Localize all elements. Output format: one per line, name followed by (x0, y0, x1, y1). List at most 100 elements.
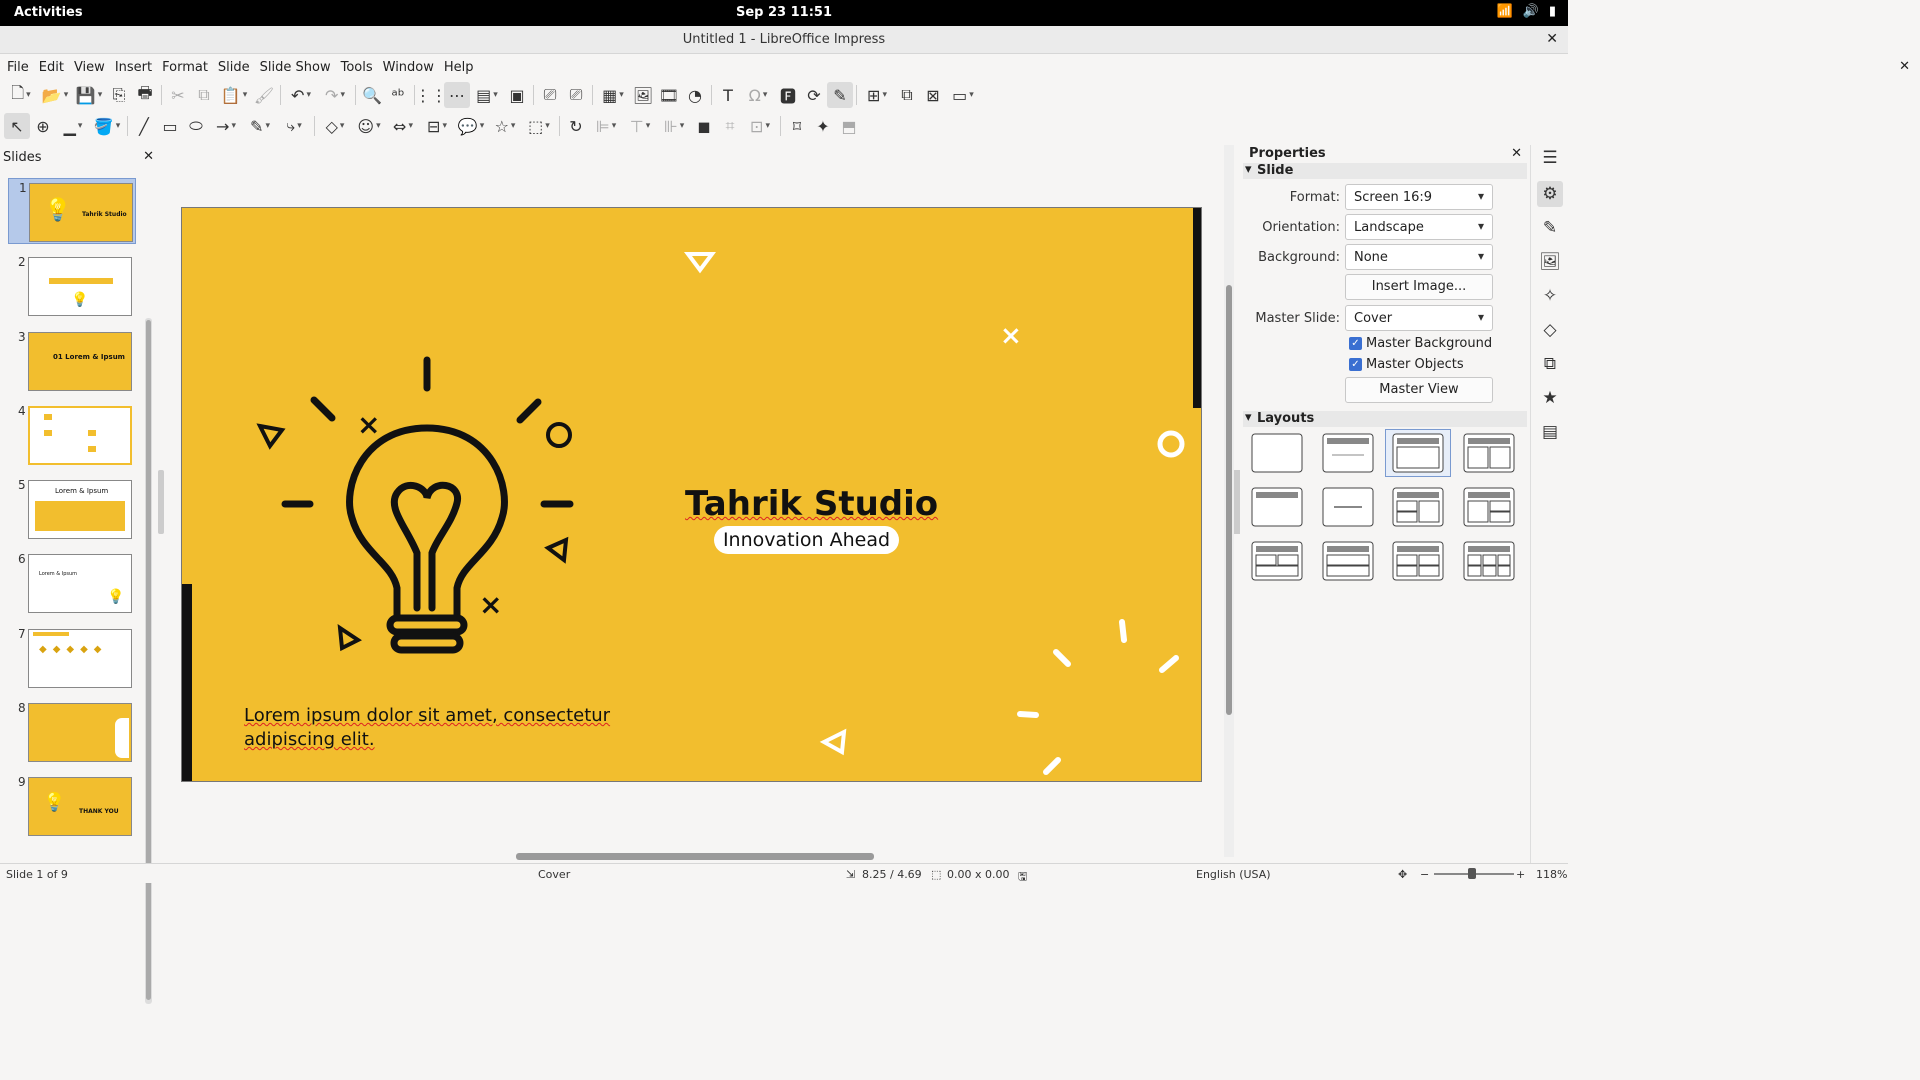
layout-centered-text[interactable] (1315, 483, 1381, 531)
rotate-icon[interactable]: ↻ (563, 113, 589, 139)
find-icon[interactable]: 🔍 (359, 82, 385, 108)
distribute-icon[interactable]: ⊪ (657, 113, 691, 139)
grid-icon[interactable]: ⋮⋮ (415, 82, 447, 108)
menu-format[interactable]: Format (157, 57, 213, 78)
slide-subtitle[interactable]: Innovation Ahead (714, 526, 899, 554)
new-document-icon[interactable]: 🗋 (4, 82, 38, 108)
menu-insert[interactable]: Insert (110, 57, 157, 78)
layout-title-2-content-content[interactable] (1385, 483, 1451, 531)
slide-canvas[interactable]: × × × Tahrik Studio Innovation Ahead Lor… (181, 207, 1202, 782)
layout-title-content[interactable] (1385, 429, 1451, 477)
fontwork-icon[interactable]: 🅵 (775, 82, 801, 108)
slide-thumbnail-1[interactable]: 1 💡 Tahrik Studio (8, 178, 136, 244)
helplines-icon[interactable]: ⋯ (444, 82, 470, 108)
arrange-icon[interactable]: ⊤ (623, 113, 657, 139)
slide-thumbnail-3[interactable]: 3 01 Lorem & Ipsum (8, 328, 136, 394)
master-slides-icon[interactable]: ▤ (1537, 419, 1563, 445)
close-window-icon[interactable]: ✕ (1546, 31, 1558, 47)
navigator-icon[interactable]: ✧ (1537, 283, 1563, 309)
media-icon[interactable]: 🎞 (656, 82, 682, 108)
ellipse-icon[interactable]: ⬭ (183, 113, 209, 139)
basic-shapes-icon[interactable]: ◇ (318, 113, 352, 139)
new-slide-icon[interactable]: ⊞ (860, 82, 894, 108)
menu-tools[interactable]: Tools (336, 57, 378, 78)
slide-transition-icon[interactable]: ⧉ (1537, 351, 1563, 377)
close-document-icon[interactable]: ✕ (1899, 59, 1910, 74)
document-modified-icon[interactable]: 🖫 (1018, 868, 1027, 887)
lines-arrows-icon[interactable]: → (209, 113, 243, 139)
open-folder-icon[interactable]: 📂 (38, 82, 72, 108)
slide-body-text[interactable]: Lorem ipsum dolor sit amet, consectetur … (244, 704, 644, 752)
system-tray[interactable]: 📶 🔊 ▮ (1496, 4, 1556, 19)
text-box-icon[interactable]: T (715, 82, 741, 108)
zoom-level[interactable]: 118% (1536, 868, 1567, 881)
scrollbar-thumb[interactable] (146, 320, 151, 1000)
table-icon[interactable]: ▦ (596, 82, 630, 108)
start-first-slide-icon[interactable]: ⎚ (537, 82, 563, 108)
slide-thumbnail-2[interactable]: 2 💡 (8, 253, 136, 319)
slide-thumbnail-8[interactable]: 8 (8, 699, 136, 765)
block-arrows-icon[interactable]: ⇔ (386, 113, 420, 139)
menu-slide-show[interactable]: Slide Show (255, 57, 336, 78)
vertical-scrollbar[interactable] (1224, 145, 1234, 857)
image-icon[interactable]: 🖼 (630, 82, 656, 108)
language[interactable]: English (USA) (1196, 868, 1271, 881)
delete-slide-icon[interactable]: ⊠ (920, 82, 946, 108)
redo-icon[interactable]: ↷ (318, 82, 352, 108)
master-slide-dropdown[interactable]: Cover (1345, 305, 1493, 331)
layout-blank[interactable] (1244, 429, 1310, 477)
slide-thumbnail-5[interactable]: 5 Lorem & Ipsum (8, 476, 136, 542)
curves-icon[interactable]: ✎ (243, 113, 277, 139)
slide-title[interactable]: Tahrik Studio (685, 484, 938, 524)
paste-icon[interactable]: 📋 (217, 82, 251, 108)
menu-edit[interactable]: Edit (34, 57, 69, 78)
master-view-button[interactable]: Master View (1345, 377, 1493, 403)
symbol-shapes-icon[interactable]: ☺ (352, 113, 386, 139)
3d-objects-icon[interactable]: ⬚ (522, 113, 556, 139)
shapes-icon[interactable]: ◇ (1537, 317, 1563, 343)
duplicate-slide-icon[interactable]: ⧉ (894, 82, 920, 108)
close-properties-icon[interactable]: ✕ (1511, 146, 1522, 161)
save-icon[interactable]: 💾 (72, 82, 106, 108)
horizontal-scrollbar[interactable] (166, 853, 1220, 861)
slide-thumbnail-4[interactable]: 4 (8, 402, 136, 468)
start-current-slide-icon[interactable]: ⎚ (563, 82, 589, 108)
fill-color-icon[interactable]: 🪣 (90, 113, 124, 139)
export-pdf-icon[interactable]: ⎘ (106, 82, 132, 108)
scrollbar-thumb[interactable] (516, 853, 874, 860)
layout-title-content-over-content[interactable] (1315, 537, 1381, 585)
slide-thumbnail-9[interactable]: 9 💡 THANK YOU (8, 773, 136, 839)
animation-icon[interactable]: ★ (1537, 385, 1563, 411)
print-icon[interactable]: 🖶 (132, 82, 158, 108)
line-icon[interactable]: ╱ (131, 113, 157, 139)
special-character-icon[interactable]: Ω (741, 82, 775, 108)
layout-two-content[interactable] (1456, 429, 1522, 477)
select-icon[interactable]: ↖ (4, 113, 30, 139)
menu-file[interactable]: File (2, 57, 34, 78)
slide-layout-icon[interactable]: ▭ (946, 82, 980, 108)
points-icon[interactable]: ⌑ (784, 113, 810, 139)
gluepoints-icon[interactable]: ✦ (810, 113, 836, 139)
line-color-icon[interactable]: ▁ (56, 113, 90, 139)
zoom-out-icon[interactable]: − (1420, 868, 1429, 881)
cut-icon[interactable]: ✂ (165, 82, 191, 108)
flowchart-icon[interactable]: ⊟ (420, 113, 454, 139)
zoom-in-icon[interactable]: + (1516, 868, 1525, 881)
zoom-pan-icon[interactable]: ⊕ (30, 113, 56, 139)
chart-icon[interactable]: ◔ (682, 82, 708, 108)
fit-slide-icon[interactable]: ✥ (1398, 868, 1407, 881)
undo-icon[interactable]: ↶ (284, 82, 318, 108)
layout-title-4-content[interactable] (1385, 537, 1451, 585)
toggle-extrusion-icon[interactable]: ⬒ (836, 113, 862, 139)
transitions-icon[interactable]: ⟳ (801, 82, 827, 108)
layouts-section-header[interactable]: Layouts (1243, 410, 1527, 427)
stars-icon[interactable]: ☆ (488, 113, 522, 139)
clone-formatting-icon[interactable]: 🖌 (251, 82, 277, 108)
layout-title-content-2-content[interactable] (1456, 483, 1522, 531)
clock[interactable]: Sep 23 11:51 (0, 5, 1568, 20)
layout-title-6-content[interactable] (1456, 537, 1522, 585)
display-views-icon[interactable]: ▤ (470, 82, 504, 108)
styles-icon[interactable]: ✎ (1537, 215, 1563, 241)
layout-title-only-2[interactable] (1244, 483, 1310, 531)
menu-window[interactable]: Window (378, 57, 439, 78)
